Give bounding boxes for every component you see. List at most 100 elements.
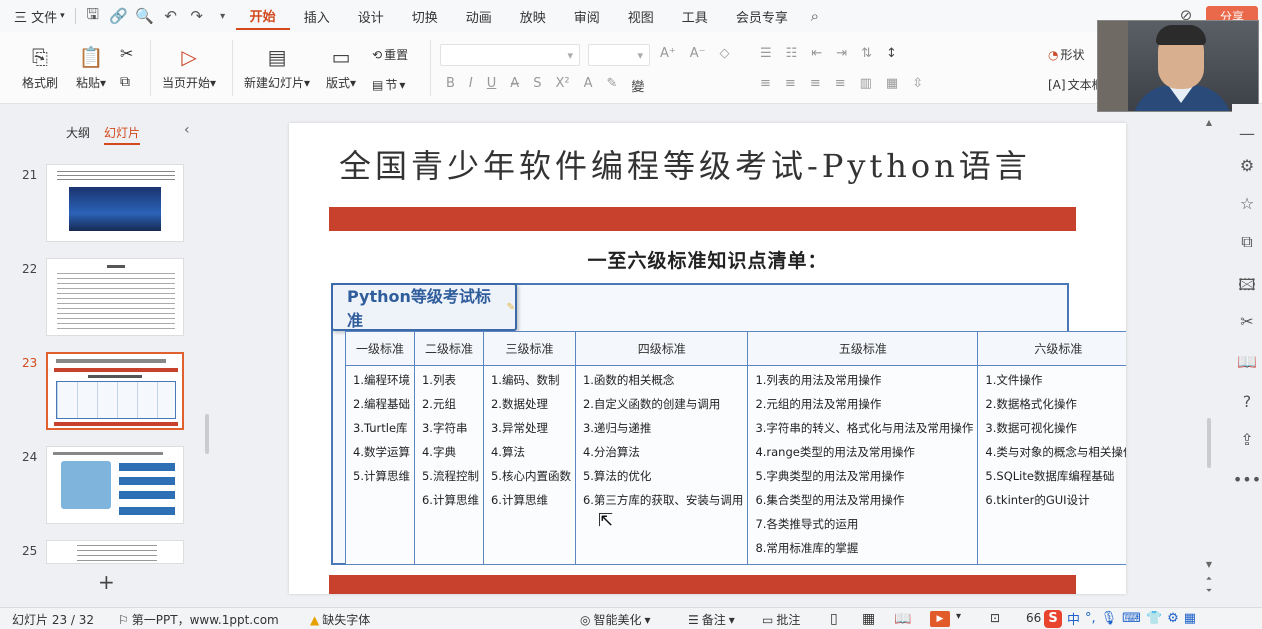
tab-view[interactable]: 视图 bbox=[614, 0, 668, 32]
book-icon[interactable]: 📖 bbox=[1232, 352, 1262, 371]
print-preview-icon[interactable]: 🔍 bbox=[132, 0, 158, 32]
slide-subtitle[interactable]: 一至六级标准知识点清单： bbox=[289, 246, 1126, 273]
shadow-icon[interactable]: S bbox=[533, 76, 541, 95]
tab-member[interactable]: 会员专享 bbox=[722, 0, 802, 32]
more-icon[interactable]: ••• bbox=[1232, 470, 1262, 489]
distribute-icon[interactable]: ▥ bbox=[860, 76, 872, 91]
add-slide-button[interactable]: + bbox=[98, 570, 115, 594]
tab-slideshow[interactable]: 放映 bbox=[506, 0, 560, 32]
clear-format-icon[interactable]: ◇ bbox=[720, 46, 730, 61]
collapse-icon[interactable]: — bbox=[1232, 124, 1262, 143]
input-method-bar[interactable]: S 中 °, 🎙 ⌨ 👕 ⚙ ▦ bbox=[1044, 609, 1196, 628]
normal-view-icon[interactable]: ▯ bbox=[830, 611, 838, 627]
reading-view-icon[interactable]: 📖 bbox=[894, 611, 911, 627]
bullets-icon[interactable]: ☰ bbox=[760, 46, 772, 61]
chevron-down-icon[interactable]: ▾ bbox=[210, 0, 236, 32]
decrease-indent-icon[interactable]: ⇤ bbox=[811, 46, 822, 61]
scrollbar-thumb[interactable] bbox=[1207, 418, 1211, 468]
apps-icon[interactable]: ▦ bbox=[1184, 611, 1196, 626]
link-icon[interactable]: 🔗 bbox=[106, 0, 132, 32]
superscript-icon[interactable]: X² bbox=[555, 76, 569, 95]
columns-icon[interactable]: ▦ bbox=[886, 76, 898, 91]
reset-button[interactable]: ⟲ 重置 bbox=[372, 46, 408, 63]
align-left-icon[interactable]: ≡ bbox=[760, 76, 771, 91]
keyboard-icon[interactable]: ⌨ bbox=[1122, 611, 1141, 626]
font-color-icon[interactable]: A bbox=[584, 76, 593, 95]
tools-icon[interactable]: ✂ bbox=[1232, 312, 1262, 331]
cut-icon[interactable]: ✂ bbox=[120, 44, 133, 63]
missing-font-warning[interactable]: ▲ 缺失字体 bbox=[310, 611, 370, 628]
text-direction-icon[interactable]: ⇅ bbox=[861, 46, 872, 61]
align-right-icon[interactable]: ≡ bbox=[810, 76, 821, 91]
tab-outline[interactable]: 大纲 bbox=[66, 124, 90, 145]
standards-label[interactable]: Python等级考试标准 ✎ bbox=[331, 283, 517, 331]
microphone-icon[interactable]: 🎙 bbox=[1101, 611, 1118, 626]
increase-indent-icon[interactable]: ⇥ bbox=[836, 46, 847, 61]
slide-canvas[interactable]: 全国青少年软件编程等级考试-Python语言 一至六级标准知识点清单： Pyth… bbox=[289, 123, 1126, 594]
panel-scrollbar[interactable] bbox=[205, 414, 209, 454]
skin-icon[interactable]: 👕 bbox=[1146, 611, 1162, 626]
star-icon[interactable]: ☆ bbox=[1232, 194, 1262, 213]
share-icon[interactable]: ⇪ bbox=[1232, 430, 1262, 449]
copy-icon[interactable]: ⧉ bbox=[120, 74, 130, 90]
tab-animation[interactable]: 动画 bbox=[452, 0, 506, 32]
shape-button[interactable]: ◔ 形状 bbox=[1048, 46, 1085, 63]
play-options-icon[interactable]: ▾ bbox=[956, 611, 961, 622]
search-icon[interactable]: ⌕ bbox=[802, 0, 828, 32]
justify-icon[interactable]: ≡ bbox=[835, 76, 846, 91]
scroll-up-icon[interactable]: ▲ bbox=[1203, 118, 1215, 127]
copy-style-icon[interactable]: ⧉ bbox=[1232, 232, 1262, 252]
file-menu[interactable]: 三 文件 ▾ bbox=[8, 0, 71, 32]
smart-beautify-button[interactable]: ◎ 智能美化 ▾ bbox=[580, 611, 651, 628]
toolbox-icon[interactable]: ⚙ bbox=[1167, 611, 1179, 626]
phonetic-icon[interactable]: 變 bbox=[631, 76, 644, 95]
slide-thumbnail-24[interactable] bbox=[46, 446, 184, 524]
play-from-current-button[interactable]: ▷ 当页开始▾ bbox=[162, 44, 216, 91]
tab-home[interactable]: 开始 bbox=[235, 2, 290, 30]
tab-slides[interactable]: 幻灯片 bbox=[104, 124, 141, 145]
settings-sliders-icon[interactable]: ⚙ bbox=[1232, 156, 1262, 175]
paste-button[interactable]: 📋 粘贴▾ bbox=[76, 44, 106, 91]
slide-thumbnail-22[interactable] bbox=[46, 258, 184, 336]
tab-design[interactable]: 设计 bbox=[344, 0, 398, 32]
chinese-mode-icon[interactable]: 中 bbox=[1067, 609, 1080, 628]
help-icon[interactable]: ? bbox=[1232, 392, 1262, 411]
slide-title[interactable]: 全国青少年软件编程等级考试-Python语言 bbox=[339, 141, 1031, 187]
zoom-level[interactable]: 66 bbox=[1026, 611, 1041, 625]
shrink-font-icon[interactable]: A⁻ bbox=[690, 46, 706, 61]
play-button[interactable]: ▶ bbox=[930, 611, 950, 627]
tab-transition[interactable]: 切换 bbox=[398, 0, 452, 32]
prev-slide-icon[interactable]: ⏶ bbox=[1203, 574, 1215, 584]
notes-button[interactable]: ☰ 备注 ▾ bbox=[688, 611, 735, 628]
punctuation-icon[interactable]: °, bbox=[1085, 611, 1096, 626]
bold-icon[interactable]: B bbox=[446, 76, 455, 95]
grow-font-icon[interactable]: A⁺ bbox=[660, 46, 676, 61]
font-family-select[interactable]: ▾ bbox=[440, 44, 580, 66]
textbox-button[interactable]: [A] 文本框 bbox=[1048, 76, 1104, 93]
standards-table[interactable]: 一级标准 二级标准 三级标准 四级标准 五级标准 六级标准 1.编程环境 2.编… bbox=[345, 331, 1126, 565]
tab-review[interactable]: 审阅 bbox=[560, 0, 614, 32]
redo-icon[interactable]: ↷ bbox=[184, 0, 210, 32]
numbering-icon[interactable]: ☷ bbox=[786, 46, 798, 61]
collapse-panel-icon[interactable]: ‹ bbox=[184, 122, 190, 138]
line-spacing-icon[interactable]: ↕ bbox=[886, 46, 897, 61]
new-slide-button[interactable]: ▤ 新建幻灯片▾ bbox=[244, 44, 310, 91]
font-size-select[interactable]: ▾ bbox=[588, 44, 650, 66]
undo-icon[interactable]: ↶ bbox=[158, 0, 184, 32]
align-center-icon[interactable]: ≡ bbox=[785, 76, 796, 91]
comments-button[interactable]: ▭ 批注 bbox=[762, 611, 800, 628]
highlight-icon[interactable]: ✎ bbox=[606, 76, 617, 95]
tab-tools[interactable]: 工具 bbox=[668, 0, 722, 32]
tab-insert[interactable]: 插入 bbox=[290, 0, 344, 32]
italic-icon[interactable]: I bbox=[469, 76, 473, 95]
section-button[interactable]: ▤ 节 ▾ bbox=[372, 76, 405, 93]
theme-info[interactable]: ⚐ 第一PPT，www.1ppt.com bbox=[118, 611, 279, 628]
strike-icon[interactable]: A̶ bbox=[510, 76, 519, 95]
layout-button[interactable]: ▭ 版式▾ bbox=[326, 44, 356, 91]
save-icon[interactable]: 🖫 bbox=[80, 0, 106, 32]
canvas-scrollbar[interactable]: ▲ ▼ ⏶ ⏷ bbox=[1203, 118, 1215, 598]
underline-icon[interactable]: U bbox=[487, 76, 497, 95]
text-align-icon[interactable]: ⇳ bbox=[912, 76, 923, 91]
next-slide-icon[interactable]: ⏷ bbox=[1203, 586, 1215, 596]
slide-thumbnail-21[interactable] bbox=[46, 164, 184, 242]
